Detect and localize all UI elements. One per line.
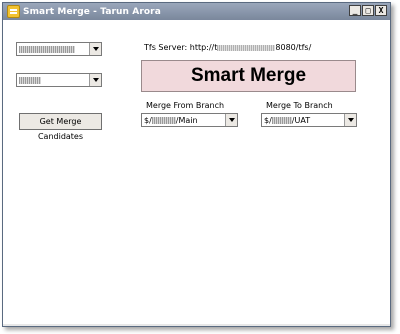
window-bottom-border [3,324,390,326]
chevron-down-icon[interactable] [344,114,356,126]
redacted-text [151,116,176,124]
close-button[interactable]: X [375,5,387,16]
merge-to-combo[interactable]: $/ /UAT [261,113,357,127]
project-combo-value [17,76,89,85]
collection-combo-value [17,45,89,54]
banner-title: Smart Merge [190,65,307,86]
chevron-down-icon[interactable] [89,43,101,55]
minimize-button[interactable]: _ [349,5,361,16]
chevron-down-icon[interactable] [225,114,237,126]
merge-to-suffix: /UAT [291,115,311,125]
close-icon: X [378,6,384,15]
app-window: Smart Merge - Tarun Arora _ □ X Get Merg… [2,2,391,327]
merge-to-prefix: $/ [264,115,272,125]
merge-to-label: Merge To Branch [266,101,333,110]
tfs-server-suffix: 8080/tfs/ [275,43,312,52]
maximize-icon: □ [365,6,371,15]
tfs-server-prefix: Tfs Server: http://t [144,43,218,52]
maximize-button[interactable]: □ [362,5,374,16]
redacted-text [217,44,276,51]
merge-from-combo[interactable]: $/ /Main [141,113,238,127]
get-merge-candidates-button[interactable]: Get Merge Candidates [19,113,102,141]
merge-from-label: Merge From Branch [146,101,225,110]
app-icon [7,5,20,18]
chevron-down-icon[interactable] [89,74,101,86]
redacted-text [271,116,292,124]
collection-combo[interactable] [16,42,102,56]
merge-from-suffix: /Main [175,115,198,125]
tfs-server-label: Tfs Server: http://t 8080/tfs/ [144,43,311,52]
merge-to-value: $/ /UAT [262,116,344,125]
project-combo[interactable] [16,73,102,87]
window-controls: _ □ X [349,5,387,16]
smart-merge-banner: Smart Merge [141,60,356,92]
minimize-icon: _ [352,6,358,15]
redacted-text [19,45,75,53]
title-bar[interactable]: Smart Merge - Tarun Arora _ □ X [3,3,390,20]
merge-from-value: $/ /Main [142,116,225,125]
merge-from-prefix: $/ [144,115,152,125]
redacted-text [19,76,41,84]
client-area: Get Merge Candidates Tfs Server: http://… [3,20,390,326]
window-title: Smart Merge - Tarun Arora [23,6,161,17]
